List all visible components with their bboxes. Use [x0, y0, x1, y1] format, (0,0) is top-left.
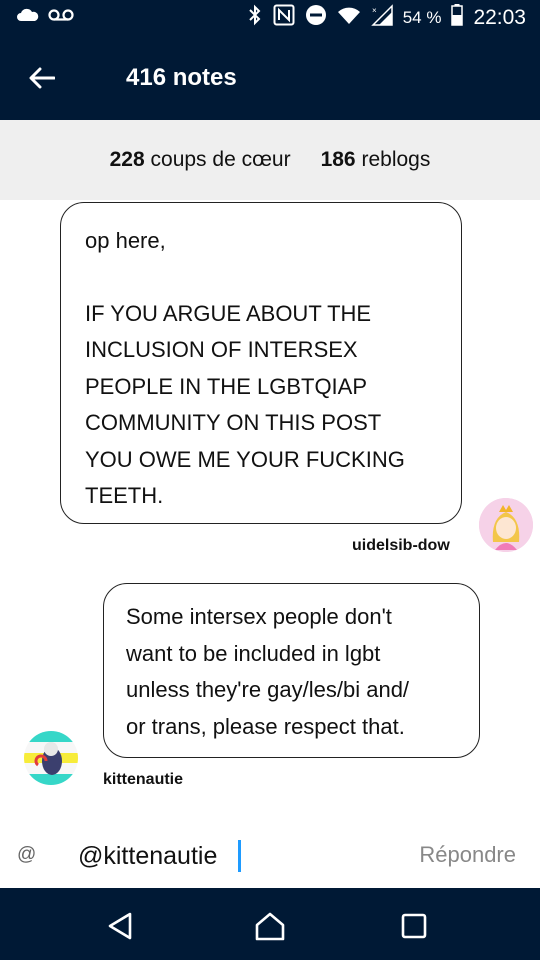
avatar[interactable] [24, 731, 78, 785]
reply-text-line: IF YOU ARGUE ABOUT THE [85, 300, 372, 326]
reply-text-line: op here, [85, 228, 166, 253]
reblogs-label: reblogs [361, 148, 431, 171]
home-icon [255, 912, 285, 941]
avatar[interactable] [479, 498, 533, 552]
nfc-icon [273, 4, 295, 32]
reply-bubble: op here, IF YOU ARGUE ABOUT THE INCLUSIO… [60, 202, 462, 524]
reply-text-line: PEOPLE IN THE LGBTQIAP [85, 373, 368, 399]
likes-number: 228 [109, 148, 145, 171]
note-counts-bar: 228 coups de cœur 186 reblogs [0, 120, 540, 200]
text-caret [238, 840, 241, 872]
likes-count[interactable]: 228 coups de cœur [110, 148, 291, 172]
nav-back-button[interactable] [100, 906, 140, 946]
reply-text-line: YOU OWE ME YOUR FUCKING [85, 446, 405, 472]
reply-button[interactable]: Répondre [419, 842, 516, 868]
reply-text-line: TEETH. [85, 483, 164, 508]
note-username[interactable]: kittenautie [103, 771, 183, 789]
dnd-icon [305, 4, 327, 32]
reply-text-line: COMMUNITY ON THIS POST [85, 410, 382, 435]
cloud-icon [16, 8, 40, 27]
system-nav-bar [0, 888, 540, 960]
page-title: 416 notes [126, 64, 237, 91]
wifi-icon [337, 5, 361, 31]
likes-label: coups de cœur [150, 148, 291, 171]
reply-text-line: want to be included in lgbt [126, 640, 381, 666]
reply-bubble: Some intersex people don't want to be in… [103, 583, 480, 758]
reply-text-line: Some intersex people don't [126, 604, 392, 629]
reply-input[interactable] [78, 836, 378, 876]
reply-text-line: unless they're gay/les/bi and/ [126, 677, 410, 702]
note-username[interactable]: uidelsib-dow [352, 537, 450, 555]
square-recents-icon [401, 913, 427, 939]
reply-text-line: INCLUSION OF INTERSEX [85, 337, 358, 362]
nav-recents-button[interactable] [394, 906, 434, 946]
arrow-left-icon [29, 67, 55, 89]
battery-percent: 54 % [402, 8, 442, 27]
reply-text-line: or trans, please respect that. [126, 713, 405, 739]
nav-home-button[interactable] [250, 906, 290, 946]
back-button[interactable] [22, 58, 62, 98]
mention-at-icon[interactable]: @ [17, 844, 36, 866]
battery-icon [451, 4, 464, 32]
signal-icon: × [370, 4, 393, 32]
reblogs-count[interactable]: 186 reblogs [321, 148, 431, 172]
status-bar: × 54 % 22:03 [0, 0, 540, 36]
reblogs-number: 186 [320, 148, 356, 171]
app-header: 416 notes [0, 36, 540, 120]
reply-compose-bar: @ Répondre [0, 824, 540, 888]
triangle-back-icon [108, 912, 132, 940]
clock: 22:03 [473, 6, 526, 29]
svg-text:×: × [372, 6, 377, 15]
voicemail-icon [48, 8, 74, 27]
bluetooth-icon [247, 4, 263, 32]
